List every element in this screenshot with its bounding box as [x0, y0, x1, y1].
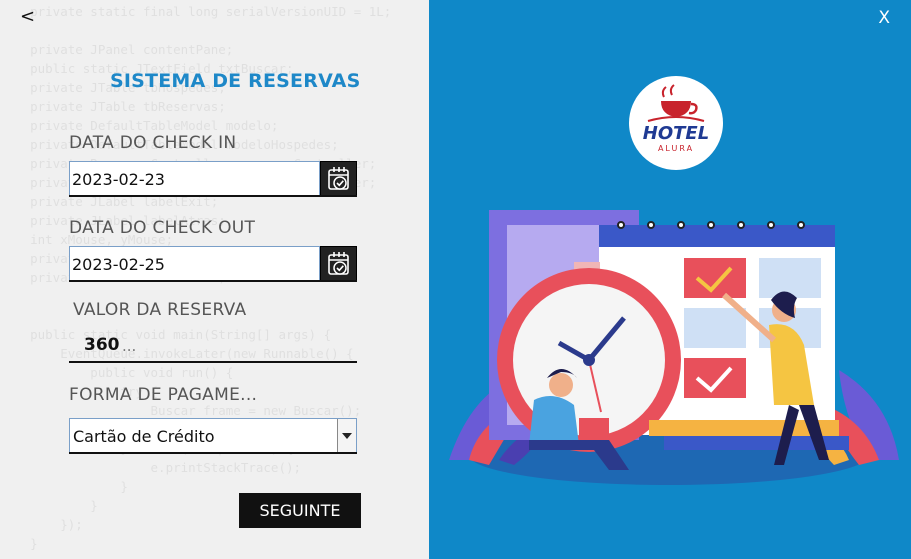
reservation-illustration: [449, 210, 899, 485]
checkout-calendar-button[interactable]: [320, 246, 357, 281]
checkout-date-field[interactable]: 2023-02-25: [69, 246, 320, 281]
valor-underline: [69, 361, 357, 363]
page-title: SISTEMA DE RESERVAS: [110, 70, 361, 92]
pagamento-underline: [69, 452, 357, 454]
valor-ellipsis: ...: [122, 337, 137, 355]
calendar-check-icon: [327, 166, 349, 190]
payment-method-select[interactable]: Cartão de Crédito: [69, 418, 357, 453]
checkout-underline: [69, 280, 357, 282]
checkin-underline: [69, 195, 357, 197]
back-button[interactable]: <: [20, 6, 35, 27]
dropdown-arrow-icon[interactable]: [337, 419, 356, 452]
valor-label: VALOR DA RESERVA: [73, 300, 247, 320]
checkin-label: DATA DO CHECK IN: [69, 133, 237, 153]
payment-method-value: Cartão de Crédito: [73, 427, 215, 446]
checkout-label: DATA DO CHECK OUT: [69, 218, 256, 238]
checkin-date-value: 2023-02-23: [72, 170, 165, 189]
pagamento-label: FORMA DE PAGAME...: [69, 385, 258, 405]
reservation-form-panel: private static final long serialVersionU…: [0, 0, 429, 559]
calendar-check-icon: [327, 251, 349, 275]
valor-value: 360: [84, 335, 120, 355]
checkin-calendar-button[interactable]: [320, 161, 357, 196]
next-button[interactable]: SEGUINTE: [239, 493, 361, 528]
illustration-panel: X HOTEL ALURA: [429, 0, 911, 559]
checkout-date-value: 2023-02-25: [72, 255, 165, 274]
checkin-date-field[interactable]: 2023-02-23: [69, 161, 320, 196]
